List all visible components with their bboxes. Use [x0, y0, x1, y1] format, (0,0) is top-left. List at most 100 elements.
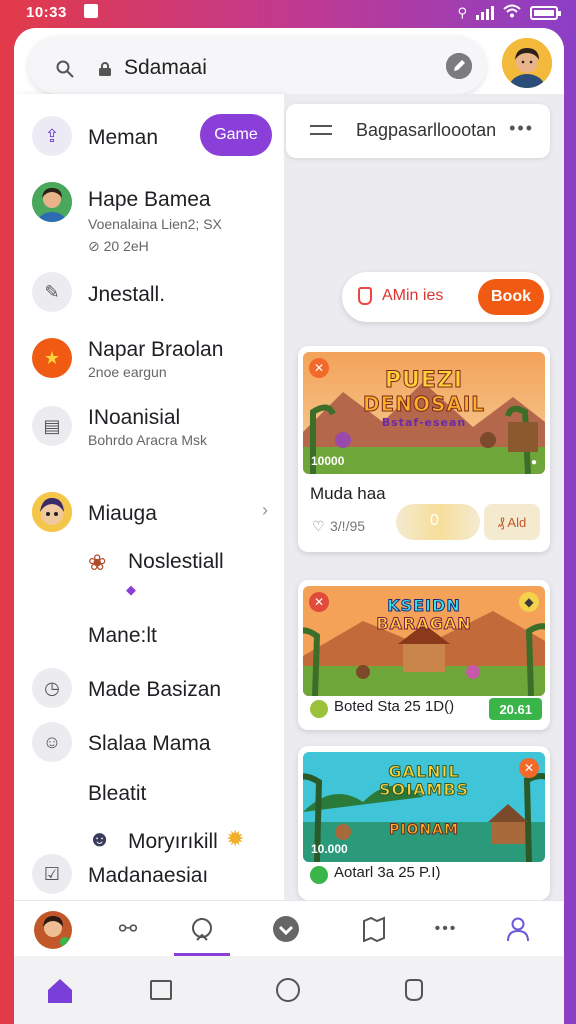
game-button[interactable]: Game [200, 114, 272, 156]
drawer-item-manelt[interactable]: Mane:lt [14, 622, 284, 652]
game-stat: 3/!/95 [330, 518, 366, 534]
drawer-item-slalaa[interactable]: ☺ Slalaa Mama [14, 722, 284, 766]
wifi-icon [503, 4, 521, 22]
drawer-item-moryırıkill[interactable]: ☻ Moryırıkill ✹ [14, 824, 284, 858]
user-avatar[interactable] [34, 911, 72, 949]
score-overlay: 10000 [311, 454, 345, 468]
chevron-right-icon: › [262, 500, 268, 520]
more-icon[interactable]: ••• [432, 915, 460, 943]
more-icon[interactable]: ••• [509, 118, 534, 139]
score-overlay: 10.000 [311, 842, 348, 856]
home-circle-icon[interactable] [276, 978, 300, 1002]
drawer-item-label: Moryırıkill [128, 830, 218, 853]
drawer-item-label: Mane:lt [88, 624, 157, 647]
bottom-navigation: ⚯ ••• [14, 900, 564, 956]
game-art-title: GALNIL [388, 762, 460, 782]
drawer-item-made-basizan[interactable]: ◷ Made Basizan [14, 668, 284, 712]
drawer-item-time: ⊘ 20 2eH [88, 238, 149, 254]
game-card[interactable]: GALNIL SOIAMBS PIONAM ✕ 10.000 Aotarl 3a… [298, 746, 550, 900]
status-bar: 10:33 ⚲ [0, 0, 576, 26]
profile-icon[interactable] [504, 915, 532, 943]
character-avatar [32, 492, 72, 532]
edit-icon[interactable] [446, 53, 472, 79]
battery-icon [530, 6, 561, 20]
game-card[interactable]: KSEIDN BARAGAN ✕ ◆ Boted Sta 25 1D() 20.… [298, 580, 550, 730]
bookmark-map-icon[interactable] [360, 915, 388, 943]
drawer-item-profile[interactable]: Hape Bamea Voenalaina Lien2; SX ⊘ 20 2eH [14, 178, 284, 254]
drawer-item-noslestiall[interactable]: ❀ Noslestiall ◆ [14, 546, 284, 602]
flask-icon [358, 287, 372, 305]
menu-icon[interactable] [310, 124, 332, 138]
notification-icon [84, 4, 98, 18]
status-icons: ⚲ [457, 4, 561, 22]
game-thumbnail[interactable]: PUEZI DENOSAIL Bstaf-esean ✕ 10000 ● [303, 352, 545, 474]
badge-star-icon: ✹ [226, 826, 245, 851]
tools-icon: ✕ [309, 592, 329, 612]
reward-badge: ₰ Ald [484, 504, 540, 540]
game-thumbnail[interactable]: KSEIDN BARAGAN ✕ ◆ [303, 586, 545, 696]
drawer-item-install[interactable]: ✎ Jnestall. [14, 270, 284, 314]
tools-icon: ✕ [519, 758, 539, 778]
content-pane: Bagpasarlloootan ••• AMin ies Book PUEZI… [284, 94, 564, 900]
coin-icon [310, 700, 328, 718]
progress-value: 0 [430, 512, 439, 529]
status-badge: 20.61 [489, 698, 542, 720]
home-icon[interactable] [46, 978, 74, 1009]
user-avatar [32, 182, 72, 222]
drawer-item-label: Meman [88, 126, 159, 149]
recents-icon[interactable] [150, 980, 172, 1000]
gem-icon: ● [530, 457, 537, 468]
search-nav-icon[interactable] [188, 915, 216, 943]
drawer-item-label: Miauga [88, 502, 157, 525]
book-button[interactable]: Book [478, 279, 544, 315]
person-icon: ☺ [32, 722, 72, 762]
drawer-item-label: Slalaa Mama [88, 732, 211, 755]
game-art-title: KSEIDN [387, 596, 461, 616]
face-icon: ☻ [88, 826, 112, 851]
drawer-item-label: Jnestall. [88, 283, 166, 306]
back-icon[interactable] [402, 978, 426, 1007]
status-time: 10:33 [26, 4, 67, 21]
coin-icon [310, 866, 328, 884]
navigation-drawer: ⇪ Meman Game Hape Bamea Voenalaina Lien2… [14, 94, 284, 900]
drawer-item-label: Bleatit [88, 782, 147, 805]
action-label: AMin ies [382, 287, 444, 304]
search-bar[interactable]: Sdamaai [28, 36, 486, 94]
drawer-item-subtitle: 2noe eargun [88, 364, 167, 380]
search-input[interactable]: Sdamaai [124, 56, 207, 80]
heart-icon: ♡ [312, 518, 325, 534]
content-header: Bagpasarlloootan ••• [286, 104, 550, 158]
game-art-title: DENOSAIL [362, 392, 486, 417]
drawer-item-bleatit[interactable]: Bleatit [14, 780, 284, 810]
drawer-item-label: Napar Braolan [88, 338, 224, 361]
drawer-item-label: Madanaesiaı [88, 864, 209, 887]
game-caption: Muda haa [310, 484, 386, 503]
game-thumbnail[interactable]: GALNIL SOIAMBS PIONAM ✕ 10.000 [303, 752, 545, 862]
signal-icon [476, 6, 494, 20]
upload-icon: ⇪ [32, 116, 72, 156]
link-icon[interactable]: ⚯ [114, 915, 142, 943]
drawer-item-miauga[interactable]: Miauga › [14, 490, 284, 534]
game-caption: Aotarl 3a 25 P.I) [334, 864, 441, 881]
drawer-item-subtitle: Voenalaina Lien2; SX [88, 216, 222, 232]
drawer-item-madanaesiai[interactable]: ☑ Madanaesiaı [14, 854, 284, 898]
game-card[interactable]: PUEZI DENOSAIL Bstaf-esean ✕ 10000 ● Mud… [298, 346, 550, 552]
drawer-item-inoanisial[interactable]: ▤ INoanisial Bohrdo Aracra Msk [14, 400, 284, 456]
search-icon [56, 60, 74, 78]
game-art-title: PUEZI [384, 368, 464, 394]
game-art-title: BARAGAN [376, 614, 472, 634]
profile-avatar[interactable] [502, 38, 552, 88]
game-caption: Boted Sta 25 1D() [334, 698, 455, 715]
game-art-subtitle: Bstaf-esean [381, 416, 467, 429]
checkbox-icon: ☑ [32, 854, 72, 894]
download-icon[interactable] [272, 915, 300, 943]
drawer-item-napar[interactable]: ★ Napar Braolan 2noe eargun [14, 332, 284, 388]
drawer-item-subtitle: Bohrdo Aracra Msk [88, 432, 208, 448]
gem-icon: ◆ [126, 582, 136, 597]
action-card: AMin ies Book [342, 272, 550, 322]
game-art-title: PIONAM [389, 822, 459, 839]
drawer-item-meman[interactable]: ⇪ Meman Game [14, 114, 284, 158]
gem-icon: ◆ [519, 592, 539, 612]
tools-icon: ✕ [309, 358, 329, 378]
drawer-item-label: Made Basizan [88, 678, 222, 701]
